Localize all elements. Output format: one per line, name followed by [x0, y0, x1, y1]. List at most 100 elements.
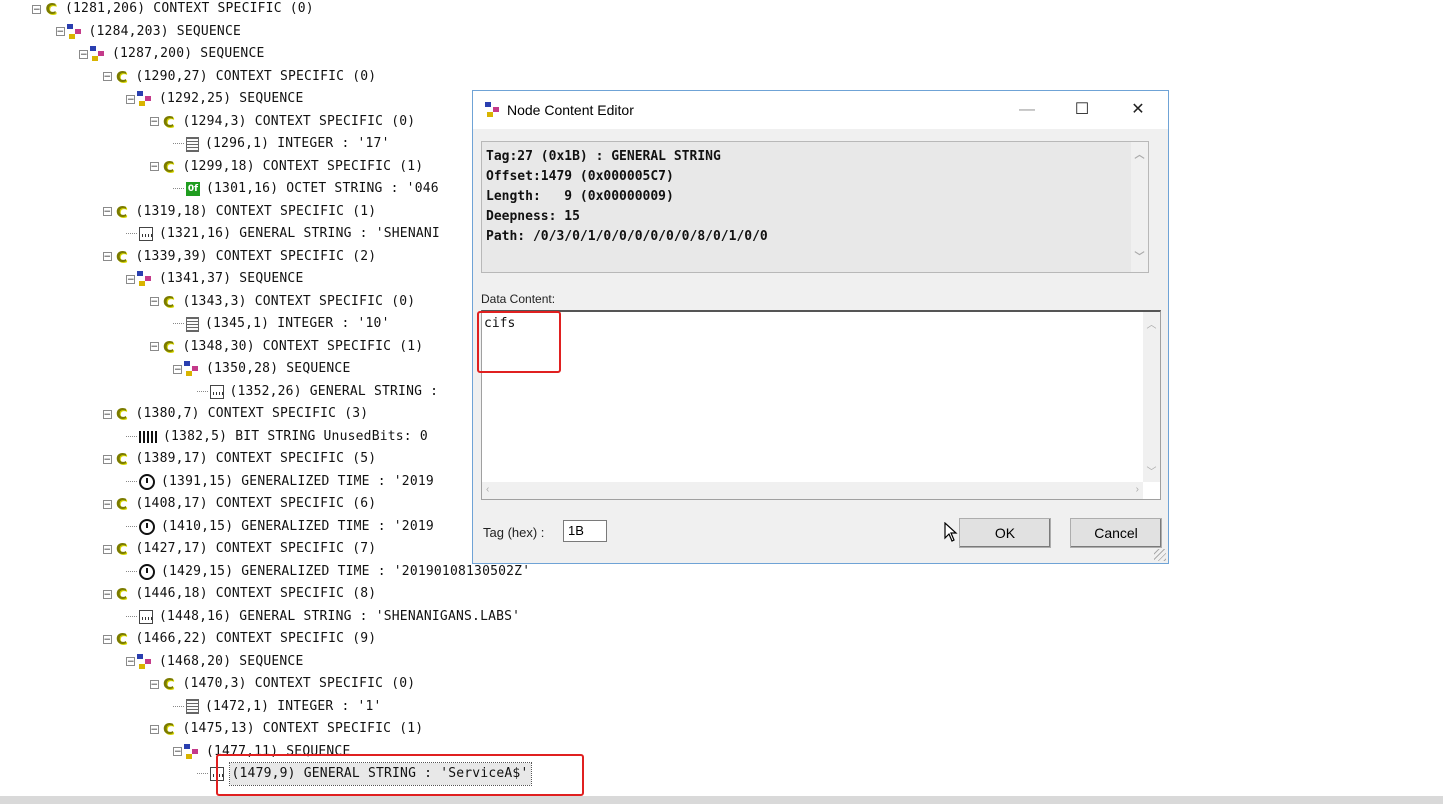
- tree-node[interactable]: − C (1299,18) CONTEXT SPECIFIC (1): [149, 156, 424, 178]
- tree-node[interactable]: (1352,26) GENERAL STRING :: [196, 381, 439, 403]
- tree-node[interactable]: − C (1427,17) CONTEXT SPECIFIC (7): [102, 538, 377, 560]
- tree-node[interactable]: − C (1408,17) CONTEXT SPECIFIC (6): [102, 493, 377, 515]
- node-content-editor-dialog: Node Content Editor — ☐ ✕ Tag:27 (0x1B) …: [472, 90, 1169, 564]
- dialog-titlebar[interactable]: Node Content Editor — ☐ ✕: [473, 91, 1168, 129]
- tree-node[interactable]: − C (1470,3) CONTEXT SPECIFIC (0): [149, 673, 416, 695]
- tree-node[interactable]: − C (1290,27) CONTEXT SPECIFIC (0): [102, 66, 377, 88]
- tree-node[interactable]: − (1468,20) SEQUENCE: [126, 651, 303, 673]
- tree-node-label: (1284,203) SEQUENCE: [88, 23, 242, 39]
- collapse-icon[interactable]: −: [102, 499, 112, 509]
- collapse-icon[interactable]: −: [102, 207, 112, 217]
- tree-node[interactable]: − (1350,28) SEQUENCE: [173, 358, 350, 380]
- collapse-icon[interactable]: −: [149, 724, 159, 734]
- tag-hex-label: Tag (hex) :: [483, 525, 545, 540]
- collapse-icon[interactable]: −: [102, 252, 112, 262]
- tree-node[interactable]: 0f (1301,16) OCTET STRING : '046: [173, 178, 439, 200]
- sequence-icon: [90, 46, 106, 62]
- resize-grip-icon[interactable]: [1154, 549, 1166, 561]
- info-scrollbar[interactable]: ︿ ﹀: [1131, 142, 1148, 272]
- tree-node[interactable]: (1345,1) INTEGER : '10': [173, 313, 390, 335]
- tree-node[interactable]: (1382,5) BIT STRING UnusedBits: 0: [126, 426, 428, 448]
- tree-node[interactable]: − C (1389,17) CONTEXT SPECIFIC (5): [102, 448, 377, 470]
- collapse-icon[interactable]: −: [79, 49, 88, 59]
- collapse-icon[interactable]: −: [102, 634, 112, 644]
- tree-node[interactable]: − C (1319,18) CONTEXT SPECIFIC (1): [102, 201, 377, 223]
- tree-node-label: (1348,30) CONTEXT SPECIFIC (1): [182, 338, 424, 354]
- tag-hex-input[interactable]: 1B: [563, 520, 607, 542]
- collapse-icon[interactable]: −: [126, 274, 135, 284]
- collapse-icon[interactable]: −: [173, 364, 182, 374]
- tree-node[interactable]: (1391,15) GENERALIZED TIME : '2019: [126, 471, 434, 493]
- tree-node[interactable]: − (1341,37) SEQUENCE: [126, 268, 303, 290]
- collapse-icon[interactable]: −: [173, 747, 182, 757]
- tree-node-label: (1343,3) CONTEXT SPECIFIC (0): [182, 293, 416, 309]
- collapse-icon[interactable]: −: [149, 117, 159, 127]
- context-icon: C: [162, 337, 174, 356]
- collapse-icon[interactable]: −: [55, 27, 65, 37]
- tree-node-label: (1427,17) CONTEXT SPECIFIC (7): [135, 541, 377, 556]
- tree-node[interactable]: − C (1475,13) CONTEXT SPECIFIC (1): [149, 718, 424, 740]
- tree-node[interactable]: − (1287,200) SEQUENCE: [79, 43, 265, 65]
- tree-node-label: (1339,39) CONTEXT SPECIFIC (2): [135, 248, 377, 264]
- collapse-icon[interactable]: −: [149, 162, 159, 172]
- tree-node[interactable]: − C (1343,3) CONTEXT SPECIFIC (0): [149, 291, 416, 313]
- collapse-icon[interactable]: −: [149, 342, 159, 352]
- collapse-icon[interactable]: −: [102, 544, 112, 554]
- tree-node[interactable]: (1472,1) INTEGER : '1': [173, 696, 382, 718]
- tree-node[interactable]: (1321,16) GENERAL STRING : 'SHENANI: [126, 223, 440, 245]
- ok-button[interactable]: OK: [959, 518, 1051, 548]
- general-string-icon: [209, 384, 224, 399]
- tree-node-label: (1292,25) SEQUENCE: [159, 91, 304, 106]
- close-button[interactable]: ✕: [1115, 91, 1161, 129]
- tree-node[interactable]: − (1292,25) SEQUENCE: [126, 88, 303, 110]
- minimize-button[interactable]: —: [1004, 91, 1050, 129]
- collapse-icon[interactable]: −: [126, 657, 135, 667]
- collapse-icon[interactable]: −: [32, 4, 41, 14]
- tree-node[interactable]: − C (1348,30) CONTEXT SPECIFIC (1): [149, 336, 424, 358]
- sequence-icon: [137, 653, 153, 670]
- info-length: Length: 9 (0x00000009): [486, 189, 674, 204]
- tree-node[interactable]: − C (1339,39) CONTEXT SPECIFIC (2): [102, 246, 377, 268]
- collapse-icon[interactable]: −: [149, 297, 159, 307]
- info-tag: Tag:27 (0x1B) : GENERAL STRING: [486, 149, 721, 164]
- tree-node-label: (1389,17) CONTEXT SPECIFIC (5): [135, 451, 377, 466]
- tree-node[interactable]: (1429,15) GENERALIZED TIME : '2019010813…: [126, 561, 530, 583]
- integer-icon: [186, 699, 199, 714]
- tree-node-label: (1446,18) CONTEXT SPECIFIC (8): [135, 586, 377, 601]
- data-content-hscrollbar[interactable]: ‹ ›: [482, 482, 1143, 499]
- tree-node-label: (1296,1) INTEGER : '17': [205, 136, 390, 151]
- collapse-icon[interactable]: −: [102, 454, 112, 464]
- tree-node[interactable]: − C (1294,3) CONTEXT SPECIFIC (0): [149, 111, 416, 133]
- tree-node-label: (1287,200) SEQUENCE: [112, 46, 265, 61]
- tree-node[interactable]: − C (1380,7) CONTEXT SPECIFIC (3): [102, 403, 369, 425]
- collapse-icon[interactable]: −: [126, 94, 135, 104]
- cancel-button[interactable]: Cancel: [1070, 518, 1162, 548]
- data-content-textarea[interactable]: cifs ︿ ﹀ ‹ ›: [481, 310, 1161, 500]
- bit-string-icon: [139, 430, 157, 443]
- tree-node[interactable]: (1410,15) GENERALIZED TIME : '2019: [126, 516, 434, 538]
- tree-node[interactable]: − C (1281,206) CONTEXT SPECIFIC (0): [32, 0, 314, 20]
- collapse-icon[interactable]: −: [149, 679, 159, 689]
- context-icon: C: [115, 405, 127, 423]
- tree-node[interactable]: − (1284,203) SEQUENCE: [55, 21, 242, 43]
- data-content-label: Data Content:: [481, 292, 556, 306]
- tree-node-label: (1341,37) SEQUENCE: [159, 271, 304, 286]
- collapse-icon[interactable]: −: [102, 409, 112, 419]
- collapse-icon[interactable]: −: [102, 589, 112, 599]
- tree-connector: [126, 570, 137, 573]
- tree-node-label: (1319,18) CONTEXT SPECIFIC (1): [135, 203, 377, 219]
- tree-connector: [173, 705, 184, 708]
- maximize-button[interactable]: ☐: [1059, 91, 1105, 129]
- context-icon: C: [115, 247, 127, 266]
- tree-connector: [126, 525, 137, 528]
- tree-connector: [196, 773, 208, 775]
- mouse-pointer-icon: [944, 522, 958, 542]
- collapse-icon[interactable]: −: [102, 72, 112, 82]
- tree-node[interactable]: (1448,16) GENERAL STRING : 'SHENANIGANS.…: [126, 606, 520, 628]
- data-content-vscrollbar[interactable]: ︿ ﹀: [1143, 312, 1160, 482]
- tree-node[interactable]: − C (1446,18) CONTEXT SPECIFIC (8): [102, 583, 377, 605]
- octet-string-icon: 0f: [186, 182, 200, 196]
- tree-node[interactable]: (1296,1) INTEGER : '17': [173, 133, 390, 155]
- context-icon: C: [115, 540, 127, 558]
- tree-node[interactable]: − C (1466,22) CONTEXT SPECIFIC (9): [102, 628, 377, 650]
